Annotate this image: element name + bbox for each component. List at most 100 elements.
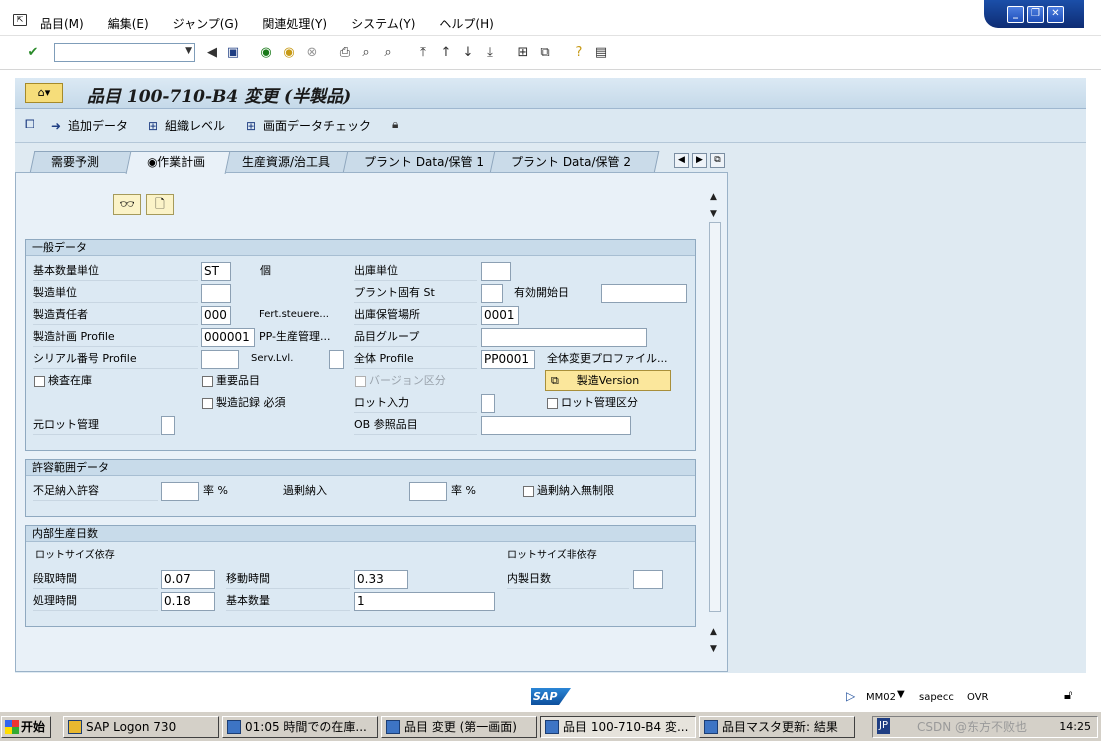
setup-time-field[interactable]: 0.07 [161,570,215,589]
close-icon[interactable]: ✕ [1047,5,1064,23]
task-sap-logon[interactable]: SAP Logon 730 [63,716,219,738]
new-session-icon[interactable]: ⊞ [514,45,532,61]
prod-sched-profile-label: 製造計画 Profile [33,328,198,347]
tab-scroll-left-icon[interactable]: ◀ [674,153,689,168]
layout-menu-icon[interactable]: ▤ [592,45,610,61]
tab-plant-data-2[interactable]: プラント Data/保管 2 [489,151,660,173]
document-button[interactable]: 🗋︎ [146,194,174,215]
prod-sched-profile-field[interactable]: 000001 [201,328,255,347]
vertical-scrollbar[interactable]: ▲ ▼ ▲ ▼ [707,190,723,660]
status-expand-icon[interactable]: ▷ [846,689,855,703]
last-page-icon[interactable]: ⤓ [481,45,499,61]
restore-icon[interactable]: ❐ [1027,5,1044,23]
scroll-up-icon[interactable]: ▲ [710,627,717,637]
overall-profile-field[interactable]: PP0001 [481,350,535,369]
save-icon[interactable]: ▣ [224,45,242,61]
task-material-change-initial[interactable]: 品目 変更 (第一画面) [381,716,537,738]
issue-sloc-field[interactable]: 0001 [481,306,519,325]
tab-plant-data-1[interactable]: プラント Data/保管 1 [342,151,498,173]
command-field[interactable]: ▼ [54,43,195,62]
inhouse-days-field[interactable] [633,570,663,589]
exit-icon[interactable]: ◉ [280,45,298,61]
org-levels-button[interactable]: ⊞ 組織レベル [148,117,225,134]
tab-work-scheduling[interactable]: ◉ 作業計画 [125,151,231,174]
print-icon[interactable]: ⎙ [336,45,354,61]
menu-goto[interactable]: ジャンプ(G) [173,15,239,32]
start-button[interactable]: 开始 [1,716,51,738]
transaction-code: MM02 [866,692,896,703]
classification-button[interactable]: 👓︎ [113,194,141,215]
serial-profile-field[interactable] [201,350,239,369]
cancel-icon[interactable]: ⊗ [303,45,321,61]
find-next-icon[interactable]: ⌕ [379,45,397,61]
insp-stock-checkbox[interactable] [34,376,45,387]
other-material-button[interactable]: ⧠ [25,117,39,131]
scroll-down-icon[interactable]: ▼ [710,644,717,654]
production-version-button[interactable]: ⧉ 製造Version [545,370,671,391]
sap-window-icon [386,720,400,734]
interoperation-field[interactable]: 0.33 [354,570,408,589]
back-icon[interactable]: ◉ [257,45,275,61]
plant-status-field[interactable] [481,284,503,303]
system-menu-icon[interactable]: ⇱ [13,14,27,26]
processing-time-field[interactable]: 0.18 [161,592,215,611]
next-page-icon[interactable]: ↓ [459,45,477,61]
ob-ref-material-field[interactable] [481,416,631,435]
issue-unit-field[interactable] [481,262,511,281]
valid-from-field[interactable] [601,284,687,303]
scroll-up-icon[interactable]: ▲ [710,192,717,202]
issue-sloc-label: 出庫保管場所 [354,306,477,325]
ime-indicator[interactable]: JP [877,718,890,734]
batch-mgmt-checkbox[interactable] [547,398,558,409]
additional-data-button[interactable]: ➜ 追加データ [51,117,128,134]
sap-logon-icon [68,720,82,734]
task-stock-report[interactable]: 01:05 時間での在庫... [222,716,378,738]
previous-page-icon[interactable]: ↑ [437,45,455,61]
menu-material[interactable]: 品目(M) [40,15,84,32]
task-material-master-result[interactable]: 品目マスタ更新: 結果 [699,716,855,738]
overall-change-profile-label: 全体変更プロファイル... [547,352,668,365]
material-group-field[interactable] [481,328,647,347]
tab-prt[interactable]: 生産資源/治工具 [220,151,351,173]
orig-batch-field[interactable] [161,416,175,435]
menu-help[interactable]: ヘルプ(H) [439,15,493,32]
windows-taskbar: 开始 SAP Logon 730 01:05 時間での在庫... 品目 変更 (… [0,711,1101,741]
underdelivery-field[interactable] [161,482,199,501]
task-material-change-active[interactable]: 品目 100-710-B4 変... [540,716,696,738]
additional-data-label: 追加データ [68,119,129,133]
prod-supervisor-field[interactable]: 000 [201,306,231,325]
check-screen-data-button[interactable]: ⊞ 画面データチェック [246,117,371,134]
batch-record-checkbox[interactable] [202,398,213,409]
menu-extras[interactable]: 関連処理(Y) [262,15,327,32]
tab-scroll-right-icon[interactable]: ▶ [692,153,707,168]
start-label: 开始 [21,720,46,734]
scroll-down-icon[interactable]: ▼ [710,209,717,219]
production-unit-field[interactable] [201,284,231,303]
scrollbar-track[interactable] [709,222,721,612]
menu-edit[interactable]: 編集(E) [108,15,149,32]
base-uom-field[interactable]: ST [201,262,231,281]
issue-unit-label: 出庫単位 [354,262,477,281]
menu-system[interactable]: システム(Y) [351,15,415,32]
arrow-right-icon: ➜ [51,118,62,133]
minimize-icon[interactable]: _ [1007,5,1024,23]
service-level-field[interactable] [329,350,344,369]
enter-icon[interactable]: ✔ [24,45,42,61]
help-icon[interactable]: ? [570,45,588,61]
chevron-down-icon[interactable]: ▼ [185,46,192,56]
status-dropdown-icon[interactable]: ▼ [897,689,905,700]
screen-menu-icon[interactable]: ⌂▾ [25,83,63,103]
expand-icon[interactable]: ◀ [203,45,221,61]
batch-entry-field[interactable] [481,394,495,413]
tab-list-icon[interactable]: ⧉ [710,153,725,168]
unlimited-overdelivery-checkbox[interactable] [523,486,534,497]
lock-button[interactable]: 🔒︎ [392,117,406,131]
shortcut-icon[interactable]: ⧉ [536,45,554,61]
tab-forecasting[interactable]: 需要予測 [29,151,135,173]
insert-mode: OVR [967,692,989,703]
find-icon[interactable]: ⌕ [357,45,375,61]
overdelivery-field[interactable] [409,482,447,501]
first-page-icon[interactable]: ⤒ [414,45,432,61]
critical-part-checkbox[interactable] [202,376,213,387]
base-quantity-field[interactable]: 1 [354,592,495,611]
